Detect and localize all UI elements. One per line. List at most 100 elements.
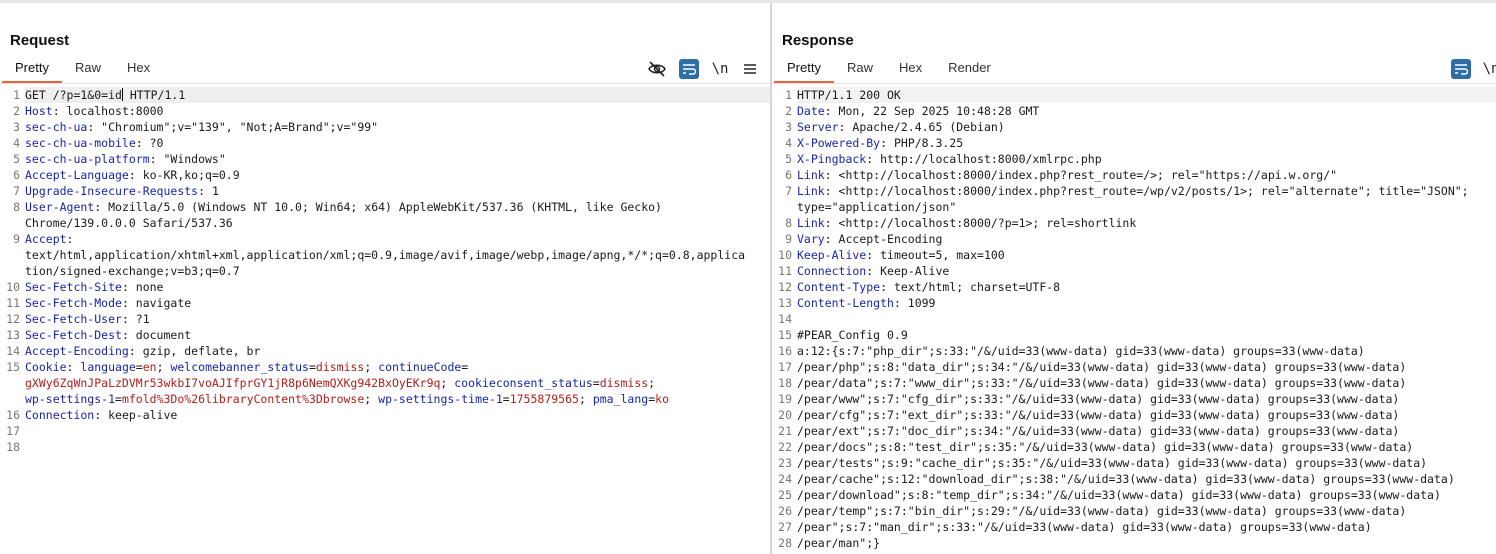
code-line[interactable]: /pear/tests";s:9:"cache_dir";s:35:"/&/ui…: [797, 455, 1496, 471]
code-line[interactable]: Accept:: [25, 231, 770, 247]
code-line[interactable]: Vary: Accept-Encoding: [797, 231, 1496, 247]
line-number: 13: [778, 296, 792, 310]
code-line[interactable]: Keep-Alive: timeout=5, max=100: [797, 247, 1496, 263]
tab-pretty[interactable]: Pretty: [774, 57, 834, 83]
code-text: : 1099: [893, 296, 936, 310]
code-text: ;: [364, 360, 379, 374]
response-code[interactable]: HTTP/1.1 200 OK Date: Mon, 22 Sep 2025 10…: [797, 87, 1496, 551]
code-line[interactable]: Cookie: language=en; welcomebanner_statu…: [25, 359, 770, 375]
code-line[interactable]: /pear/docs";s:8:"test_dir";s:35:"/&/uid=…: [797, 439, 1496, 455]
code-line[interactable]: Content-Length: 1099: [797, 295, 1496, 311]
code-line[interactable]: tion/signed-exchange;v=b3;q=0.7: [25, 263, 770, 279]
code-line[interactable]: Sec-Fetch-Dest: document: [25, 327, 770, 343]
request-pane: Request Pretty Raw Hex \n 1 2 3 4 5 6 7 8 9 10 11 1…: [0, 3, 770, 554]
code-line[interactable]: wp-settings-1=mfold%3Do%26libraryContent…: [25, 391, 770, 407]
code-line[interactable]: /pear/temp";s:7:"bin_dir";s:29:"/&/uid=3…: [797, 503, 1496, 519]
code-line[interactable]: X-Powered-By: PHP/8.3.25: [797, 135, 1496, 151]
code-line[interactable]: a:12:{s:7:"php_dir";s:33:"/&/uid=33(www-…: [797, 343, 1496, 359]
code-line[interactable]: /pear/cache";s:12:"download_dir";s:38:"/…: [797, 471, 1496, 487]
code-line[interactable]: [25, 423, 770, 439]
code-line[interactable]: type="application/json": [797, 199, 1496, 215]
code-line[interactable]: Accept-Encoding: gzip, deflate, br: [25, 343, 770, 359]
header-name: Upgrade-Insecure-Requests: [25, 184, 199, 198]
code-text: : 1: [198, 184, 219, 198]
request-editor[interactable]: 1 2 3 4 5 6 7 8 9 10 11 12 13 14 15 16 17 18 GET /?p=1&0=…: [0, 87, 770, 554]
header-name: Keep-Alive: [797, 248, 867, 262]
tab-pretty[interactable]: Pretty: [2, 57, 62, 83]
code-line[interactable]: Content-Type: text/html; charset=UTF-8: [797, 279, 1496, 295]
code-line[interactable]: X-Pingback: http://localhost:8000/xmlrpc…: [797, 151, 1496, 167]
show-newlines-button[interactable]: \n: [710, 59, 730, 79]
code-line[interactable]: text/html,application/xhtml+xml,applicat…: [25, 247, 770, 263]
code-line[interactable]: [25, 439, 770, 455]
tab-hex[interactable]: Hex: [886, 57, 935, 83]
tab-raw[interactable]: Raw: [834, 57, 886, 83]
tab-divider: [0, 83, 770, 84]
code-text: =: [592, 376, 600, 390]
code-line[interactable]: Link: <http://localhost:8000/index.php?r…: [797, 167, 1496, 183]
line-number: 14: [6, 344, 20, 358]
tab-raw[interactable]: Raw: [62, 57, 114, 83]
request-code[interactable]: GET /?p=1&0=id HTTP/1.1 Host: localhost:8…: [25, 87, 770, 455]
tab-hex[interactable]: Hex: [114, 57, 163, 83]
word-wrap-icon[interactable]: [679, 59, 699, 79]
code-line[interactable]: Sec-Fetch-Mode: navigate: [25, 295, 770, 311]
code-line[interactable]: Upgrade-Insecure-Requests: 1: [25, 183, 770, 199]
code-text: /pear/ext";s:7:"doc_dir";s:34:"/&/uid=33…: [797, 424, 1400, 438]
code-line[interactable]: Link: <http://localhost:8000/index.php?r…: [797, 183, 1496, 199]
code-line[interactable]: Sec-Fetch-User: ?1: [25, 311, 770, 327]
code-line[interactable]: gXWy6ZqWnJPaLzDVMr53wkbI7voAJIfprGY1jR8p…: [25, 375, 770, 391]
cookie-name: continueCode: [378, 360, 462, 374]
code-text: /pear/data";s:7:"www_dir";s:33:"/&/uid=3…: [797, 376, 1407, 390]
eye-slash-icon[interactable]: [647, 59, 667, 79]
code-line[interactable]: /pear";s:7:"man_dir";s:33:"/&/uid=33(www…: [797, 519, 1496, 535]
code-line[interactable]: Connection: Keep-Alive: [797, 263, 1496, 279]
line-number: 5: [13, 152, 20, 166]
code-text: ;: [578, 392, 593, 406]
code-text: /pear/www";s:7:"cfg_dir";s:33:"/&/uid=33…: [797, 392, 1400, 406]
code-line[interactable]: /pear/man";}: [797, 535, 1496, 551]
code-text: #PEAR_Config 0.9: [797, 328, 908, 342]
code-line[interactable]: #PEAR_Config 0.9: [797, 327, 1496, 343]
header-name: Link: [797, 184, 825, 198]
line-number: 3: [13, 120, 20, 134]
code-line[interactable]: /pear/download";s:8:"temp_dir";s:34:"/&/…: [797, 487, 1496, 503]
line-number: 3: [785, 120, 792, 134]
code-text: =: [502, 392, 510, 406]
code-text: =: [461, 360, 469, 374]
response-tabs: Pretty Raw Hex Render: [774, 57, 1004, 83]
code-line[interactable]: Chrome/139.0.0.0 Safari/537.36: [25, 215, 770, 231]
word-wrap-icon[interactable]: [1451, 59, 1471, 79]
hamburger-menu-icon[interactable]: [740, 59, 760, 79]
code-line[interactable]: /pear/www";s:7:"cfg_dir";s:33:"/&/uid=33…: [797, 391, 1496, 407]
header-name: Accept: [25, 232, 67, 246]
line-number: 13: [6, 328, 20, 342]
header-name: Date: [797, 104, 825, 118]
code-line[interactable]: GET /?p=1&0=id HTTP/1.1: [25, 87, 770, 103]
show-newlines-button[interactable]: \n: [1481, 59, 1496, 79]
code-text: tion/signed-exchange;v=b3;q=0.7: [25, 264, 240, 278]
code-line[interactable]: sec-ch-ua-platform: "Windows": [25, 151, 770, 167]
tab-render[interactable]: Render: [935, 57, 1004, 83]
code-line[interactable]: [797, 311, 1496, 327]
cookie-value: 1755879565: [509, 392, 579, 406]
header-name: sec-ch-ua-platform: [25, 152, 150, 166]
code-line[interactable]: /pear/php";s:8:"data_dir";s:34:"/&/uid=3…: [797, 359, 1496, 375]
code-line[interactable]: sec-ch-ua-mobile: ?0: [25, 135, 770, 151]
code-line[interactable]: Link: <http://localhost:8000/?p=1>; rel=…: [797, 215, 1496, 231]
code-line[interactable]: /pear/ext";s:7:"doc_dir";s:34:"/&/uid=33…: [797, 423, 1496, 439]
response-editor[interactable]: 1 2 3 4 5 6 7 8 9 10 11 12 13 14 15 16 17 18 19 20 21 22 23 24 2…: [772, 87, 1496, 554]
code-line[interactable]: /pear/cfg";s:7:"ext_dir";s:33:"/&/uid=33…: [797, 407, 1496, 423]
code-text: =: [308, 360, 316, 374]
code-line[interactable]: Accept-Language: ko-KR,ko;q=0.9: [25, 167, 770, 183]
code-line[interactable]: /pear/data";s:7:"www_dir";s:33:"/&/uid=3…: [797, 375, 1496, 391]
code-line[interactable]: User-Agent: Mozilla/5.0 (Windows NT 10.0…: [25, 199, 770, 215]
code-line[interactable]: Date: Mon, 22 Sep 2025 10:48:28 GMT: [797, 103, 1496, 119]
code-line[interactable]: Host: localhost:8000: [25, 103, 770, 119]
code-line[interactable]: Connection: keep-alive: [25, 407, 770, 423]
code-text: : none: [121, 280, 164, 294]
code-line[interactable]: Sec-Fetch-Site: none: [25, 279, 770, 295]
code-line[interactable]: sec-ch-ua: "Chromium";v="139", "Not;A=Br…: [25, 119, 770, 135]
code-line[interactable]: HTTP/1.1 200 OK: [797, 87, 1496, 103]
code-line[interactable]: Server: Apache/2.4.65 (Debian): [797, 119, 1496, 135]
